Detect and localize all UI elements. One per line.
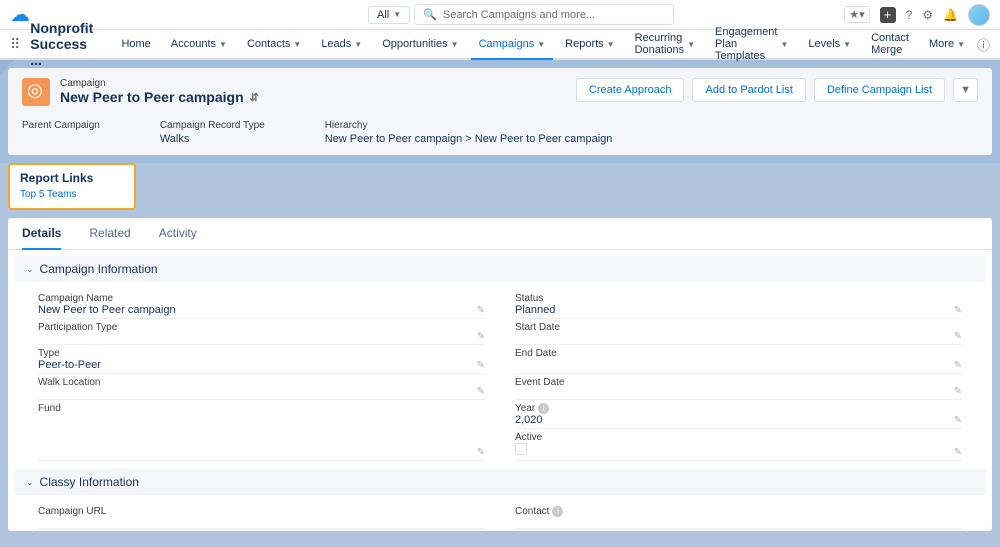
field-year: Yeari2,020✎ [515,400,962,429]
global-search-input[interactable]: 🔍 Search Campaigns and more... [414,4,674,25]
define-campaign-list-button[interactable]: Define Campaign List [814,78,945,102]
nav-campaigns[interactable]: Campaigns▼ [471,30,554,60]
nav-contacts[interactable]: Contacts▼ [239,29,309,59]
create-approach-button[interactable]: Create Approach [576,78,685,102]
add-to-pardot-list-button[interactable]: Add to Pardot List [692,78,805,102]
nav-leads[interactable]: Leads▼ [313,29,370,59]
chevron-down-icon: ▼ [219,40,227,49]
help-icon[interactable]: i [538,403,549,414]
chevron-down-icon: ▼ [393,10,401,19]
chevron-down-icon: ⌄ [26,264,34,275]
record-type-label: Campaign Record Type [160,120,265,131]
edit-pencil-icon[interactable]: ✎ [954,331,962,342]
chevron-down-icon: ▼ [451,40,459,49]
edit-pencil-icon[interactable]: ✎ [477,331,485,342]
user-avatar[interactable] [968,4,990,26]
app-name: Nonprofit Success ... [30,20,95,68]
chevron-down-icon: ▼ [354,40,362,49]
search-placeholder: Search Campaigns and more... [443,9,595,21]
report-link-top-5-teams[interactable]: Top 5 Teams [20,189,124,200]
tab-related[interactable]: Related [89,218,130,249]
parent-campaign-label: Parent Campaign [22,120,100,131]
info-icon[interactable]: ⓘ [977,35,990,54]
hierarchy-value: New Peer to Peer campaign > New Peer to … [325,133,613,145]
field-campaign-name: Campaign NameNew Peer to Peer campaign✎ [38,290,485,319]
edit-pencil-icon[interactable]: ✎ [954,386,962,397]
field-campaign-url: Campaign URL [38,503,485,529]
chevron-down-icon: ▼ [957,40,965,49]
chevron-down-icon: ▼ [843,40,851,49]
chevron-down-icon: ▼ [607,40,615,49]
edit-pencil-icon[interactable]: ✎ [954,305,962,316]
help-icon[interactable]: ? [906,8,913,22]
search-icon: 🔍 [423,8,437,21]
edit-pencil-icon[interactable]: ✎ [477,360,485,371]
section-classy-information[interactable]: ⌄ Classy Information [14,469,986,495]
field-contact: Contacti [515,503,962,529]
active-checkbox[interactable] [515,443,527,455]
nav-home[interactable]: Home [113,29,158,59]
record-header: Campaign New Peer to Peer campaign⇵ Crea… [8,68,992,155]
favorites-button[interactable]: ★▾ [844,6,869,23]
global-actions-button[interactable]: + [880,7,896,23]
chevron-down-icon: ▼ [687,40,695,49]
chevron-down-icon: ▼ [293,40,301,49]
nav-more[interactable]: More▼ [921,29,973,59]
nav-engagement-plan-templates[interactable]: Engagement Plan Templates▼ [707,29,796,59]
chevron-down-icon: ▼ [537,40,545,49]
salesforce-logo: ☁ [10,2,30,27]
section-campaign-information[interactable]: ⌄ Campaign Information [14,256,986,282]
tab-details[interactable]: Details [22,218,61,250]
record-type-value: Walks [160,133,265,145]
field-active: Active✎ [515,429,962,461]
record-name: New Peer to Peer campaign⇵ [60,89,259,105]
field-end-date: End Date✎ [515,345,962,374]
help-icon[interactable]: i [552,506,563,517]
app-launcher-icon[interactable]: ⠿ [10,36,20,53]
edit-pencil-icon[interactable]: ✎ [954,415,962,426]
chevron-down-icon: ⌄ [26,477,34,488]
nav-accounts[interactable]: Accounts▼ [163,29,235,59]
report-links-panel: Report Links Top 5 Teams [8,163,136,210]
edit-pencil-icon[interactable]: ✎ [954,360,962,371]
chevron-down-icon: ▼ [780,40,788,49]
field-start-date: Start Date✎ [515,319,962,345]
nav-reports[interactable]: Reports▼ [557,29,622,59]
search-scope-selector[interactable]: All▼ [368,6,410,24]
hierarchy-label: Hierarchy [325,120,613,131]
nav-recurring-donations[interactable]: Recurring Donations▼ [627,29,703,59]
edit-pencil-icon[interactable]: ✎ [954,447,962,458]
object-label: Campaign [60,78,259,89]
hierarchy-icon[interactable]: ⇵ [250,91,259,104]
report-links-title: Report Links [20,171,124,185]
notifications-bell-icon[interactable]: 🔔 [943,8,958,22]
edit-pencil-icon[interactable]: ✎ [477,305,485,316]
detail-panel: Details Related Activity ⌄ Campaign Info… [8,218,992,531]
field-fund: Fund✎ [38,400,485,461]
more-actions-button[interactable]: ▼ [953,78,978,102]
nav-levels[interactable]: Levels▼ [800,29,859,59]
nav-opportunities[interactable]: Opportunities▼ [374,29,466,59]
field-status: StatusPlanned✎ [515,290,962,319]
field-event-date: Event Date✎ [515,374,962,400]
field-type: TypePeer-to-Peer✎ [38,345,485,374]
edit-pencil-icon[interactable]: ✎ [477,447,485,458]
nav-contact-merge[interactable]: Contact Merge [863,29,917,59]
setup-gear-icon[interactable]: ⚙ [922,8,933,22]
campaign-object-icon [22,78,50,106]
edit-pencil-icon[interactable]: ✎ [477,386,485,397]
tab-activity[interactable]: Activity [159,218,197,249]
field-participation-type: Participation Type✎ [38,319,485,345]
field-walk-location: Walk Location✎ [38,374,485,400]
